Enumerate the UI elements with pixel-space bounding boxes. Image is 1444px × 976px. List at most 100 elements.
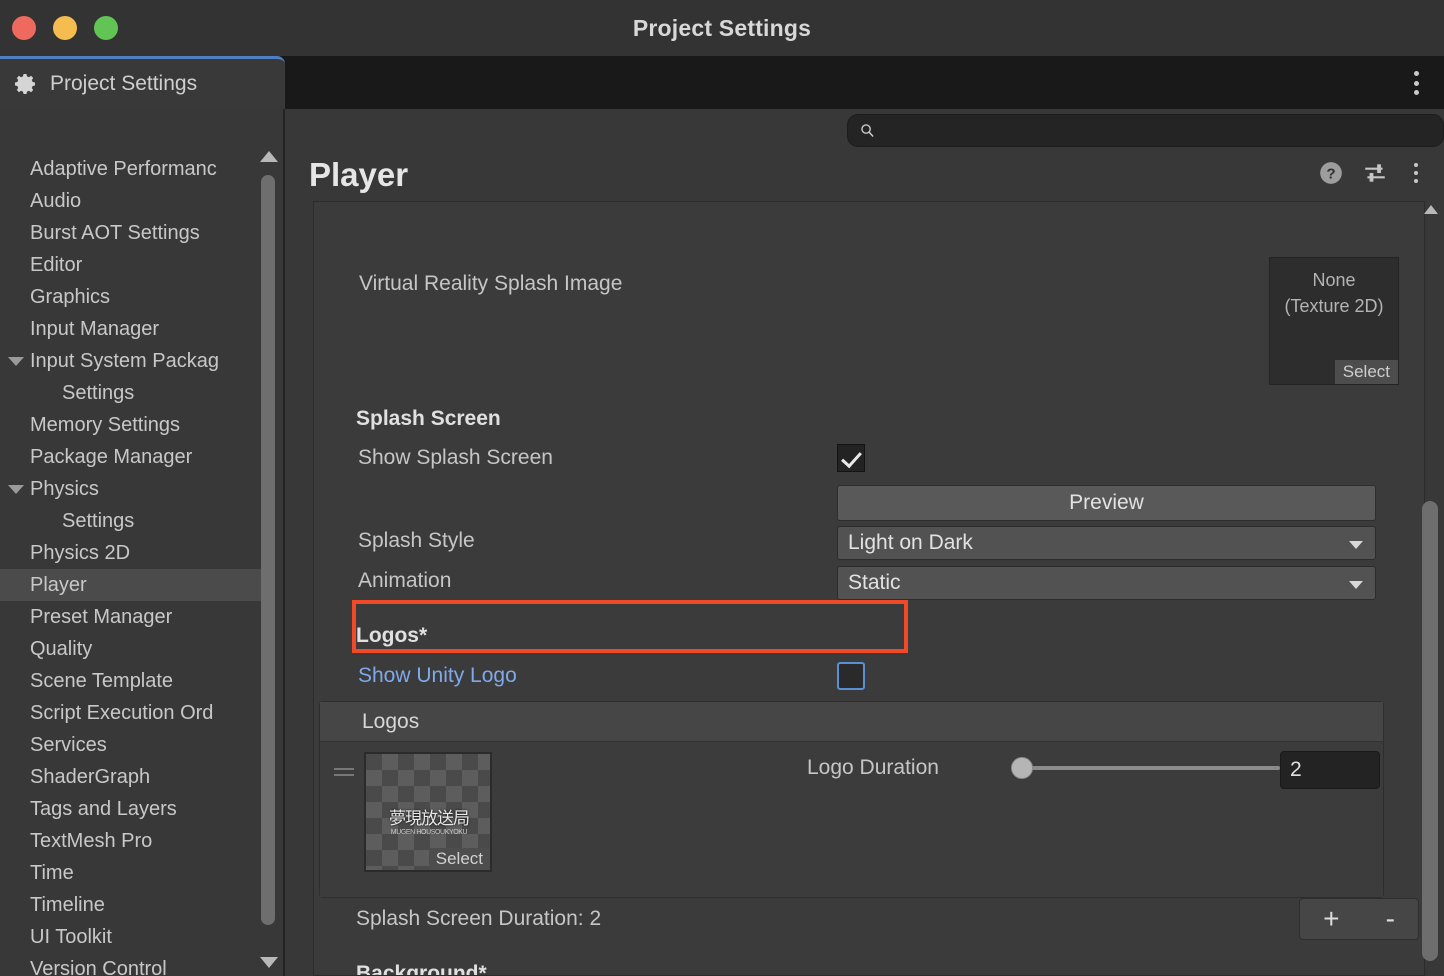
splash-screen-heading-text: Splash Screen <box>356 407 501 430</box>
drag-handle-icon[interactable] <box>334 768 354 780</box>
logo-duration-slider-knob[interactable] <box>1011 757 1033 779</box>
window-kebab-menu-icon[interactable] <box>1404 68 1428 98</box>
sidebar-item-label: Editor <box>30 253 83 276</box>
vr-splash-image-select-button[interactable]: Select <box>1334 360 1398 384</box>
sidebar-item-graphics[interactable]: Graphics <box>0 281 263 313</box>
vr-splash-image-object-field[interactable]: None (Texture 2D) Select <box>1269 257 1399 385</box>
sidebar-item-label: Input Manager <box>30 317 159 340</box>
sidebar-item-input-manager[interactable]: Input Manager <box>0 313 263 345</box>
sidebar-item-label: Burst AOT Settings <box>30 221 200 244</box>
show-splash-screen-checkbox[interactable] <box>837 444 865 472</box>
scroll-up-arrow-icon[interactable] <box>1424 205 1438 214</box>
sidebar-item-preset-manager[interactable]: Preset Manager <box>0 601 263 633</box>
sidebar-item-audio[interactable]: Audio <box>0 185 263 217</box>
search-icon <box>860 123 875 138</box>
animation-dropdown[interactable]: Static <box>837 566 1376 600</box>
sidebar-item-physics-2d[interactable]: Physics 2D <box>0 537 263 569</box>
window-titlebar: Project Settings <box>0 0 1444 56</box>
sidebar-item-ui-toolkit[interactable]: UI Toolkit <box>0 921 263 953</box>
inspector-scrollbar[interactable] <box>1420 201 1442 976</box>
logo-duration-field[interactable]: 2 <box>1280 751 1380 789</box>
sidebar-item-quality[interactable]: Quality <box>0 633 263 665</box>
logo-thumbnail-caption: 夢現放送局 <box>389 809 470 828</box>
sidebar-item-time[interactable]: Time <box>0 857 263 889</box>
gear-icon <box>14 72 38 96</box>
sidebar-item-label: Scene Template <box>30 669 174 692</box>
sidebar-item-script-execution-order[interactable]: Script Execution Ord <box>0 697 263 729</box>
sidebar-item-label: Adaptive Performanc <box>30 157 217 180</box>
logos-heading: Logos* <box>356 624 427 648</box>
page-title: Player <box>309 156 409 193</box>
main-panel: Player ? Virtual Reality Splash Image No… <box>285 149 1444 976</box>
panel-header: Player ? <box>299 149 1444 201</box>
tab-project-settings[interactable]: Project Settings <box>0 56 285 109</box>
sidebar-item-burst-aot-settings[interactable]: Burst AOT Settings <box>0 217 263 249</box>
search-input[interactable] <box>875 122 1443 139</box>
preview-button[interactable]: Preview <box>837 485 1376 521</box>
sidebar-item-tags-and-layers[interactable]: Tags and Layers <box>0 793 263 825</box>
chevron-down-icon <box>1349 541 1363 549</box>
vr-splash-image-label: Virtual Reality Splash Image <box>359 272 623 295</box>
logo-object-field[interactable]: 夢現放送局 MUGEN HOUSOUKYOKU Select <box>364 752 492 872</box>
sidebar-list: Adaptive Performanc Audio Burst AOT Sett… <box>0 153 263 976</box>
vr-splash-image-value: None (Texture 2D) <box>1270 258 1398 319</box>
header-icon-group: ? <box>1318 160 1426 186</box>
chevron-down-icon[interactable] <box>8 357 24 366</box>
sidebar-item-scene-template[interactable]: Scene Template <box>0 665 263 697</box>
sidebar-item-textmesh-pro[interactable]: TextMesh Pro <box>0 825 263 857</box>
sidebar-item-package-manager[interactable]: Package Manager <box>0 441 263 473</box>
sidebar-item-label: Input System Packag <box>30 349 219 372</box>
sidebar-item-timeline[interactable]: Timeline <box>0 889 263 921</box>
sidebar-item-input-system-settings[interactable]: Settings <box>0 377 263 409</box>
sidebar-scrollbar-thumb[interactable] <box>261 175 275 925</box>
show-unity-logo-checkbox[interactable] <box>837 662 865 690</box>
remove-logo-button[interactable]: - <box>1386 903 1395 935</box>
sidebar-item-label: Script Execution Ord <box>30 701 214 724</box>
animation-label-text: Animation <box>358 569 452 592</box>
logo-select-button[interactable]: Select <box>428 848 490 870</box>
sidebar-item-physics-settings[interactable]: Settings <box>0 505 263 537</box>
sidebar-item-shadergraph[interactable]: ShaderGraph <box>0 761 263 793</box>
logo-duration-label-text: Logo Duration <box>807 756 939 779</box>
sidebar-item-label: Settings <box>62 509 135 532</box>
scroll-up-arrow-icon[interactable] <box>260 151 278 162</box>
scroll-down-arrow-icon[interactable] <box>260 957 278 968</box>
animation-label: Animation <box>358 569 451 593</box>
sidebar-item-label: Services <box>30 733 107 756</box>
sidebar-item-adaptive-performance[interactable]: Adaptive Performanc <box>0 153 263 185</box>
sidebar-item-editor[interactable]: Editor <box>0 249 263 281</box>
tab-strip: Project Settings <box>0 56 1444 109</box>
sidebar-scrollbar[interactable] <box>259 151 278 976</box>
add-logo-button[interactable]: + <box>1323 903 1339 935</box>
sidebar-item-label: Preset Manager <box>30 605 173 628</box>
sidebar-item-label: Package Manager <box>30 445 193 468</box>
sidebar-item-physics[interactable]: Physics <box>0 473 263 505</box>
splash-screen-duration-text: Splash Screen Duration: 2 <box>356 907 602 930</box>
sidebar-item-version-control[interactable]: Version Control <box>0 953 263 976</box>
panel-kebab-menu-icon[interactable] <box>1406 160 1426 186</box>
logos-list-header: Logos <box>320 702 1383 742</box>
vr-splash-image-row: Virtual Reality Splash Image <box>359 272 622 296</box>
splash-style-dropdown[interactable]: Light on Dark <box>837 526 1376 560</box>
background-heading: Background* <box>356 962 487 975</box>
inspector-scrollbar-thumb[interactable] <box>1422 501 1438 961</box>
vr-splash-image-value-text: None <box>1312 270 1356 290</box>
chevron-down-icon[interactable] <box>8 485 24 494</box>
sidebar-item-label: Version Control <box>30 957 167 976</box>
logo-duration-slider-track[interactable] <box>1020 766 1280 770</box>
logos-heading-text: Logos* <box>356 624 428 647</box>
sidebar-item-input-system-package[interactable]: Input System Packag <box>0 345 263 377</box>
logos-list-panel: Logos 夢現放送局 MUGEN HOUSOUKYOKU Select Log… <box>319 701 1384 898</box>
splash-screen-duration-label: Splash Screen Duration: 2 <box>356 907 601 931</box>
sidebar-item-label: Tags and Layers <box>30 797 177 820</box>
preset-icon[interactable] <box>1362 160 1388 186</box>
search-box[interactable] <box>847 114 1444 147</box>
sidebar-item-memory-settings[interactable]: Memory Settings <box>0 409 263 441</box>
sidebar-item-services[interactable]: Services <box>0 729 263 761</box>
help-icon[interactable]: ? <box>1318 160 1344 186</box>
settings-sidebar[interactable]: Adaptive Performanc Audio Burst AOT Sett… <box>0 109 285 976</box>
show-splash-screen-label-text: Show Splash Screen <box>358 446 553 469</box>
vr-splash-image-type-hint: (Texture 2D) <box>1284 296 1384 317</box>
sidebar-item-label: Memory Settings <box>30 413 181 436</box>
sidebar-item-player[interactable]: Player <box>0 569 261 601</box>
